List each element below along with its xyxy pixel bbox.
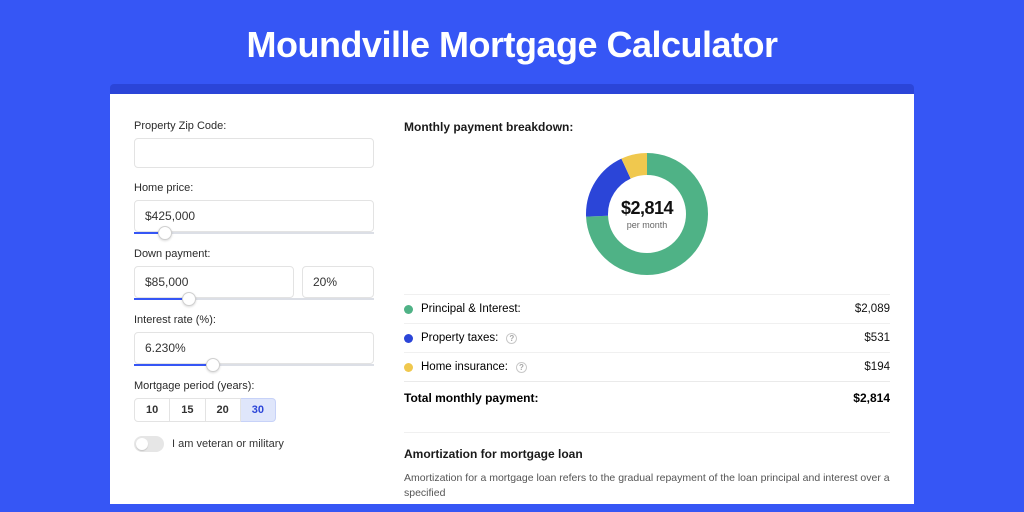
down-payment-pct-input[interactable] xyxy=(302,266,374,298)
home-price-slider[interactable] xyxy=(134,232,374,234)
dot-icon xyxy=(404,363,413,372)
total-label: Total monthly payment: xyxy=(404,391,538,405)
breakdown-row-insurance: Home insurance: ? $194 xyxy=(404,352,890,381)
zip-field: Property Zip Code: xyxy=(134,120,374,168)
donut-chart: $2,814 per month xyxy=(585,152,709,276)
down-payment-field: Down payment: xyxy=(134,248,374,300)
home-price-label: Home price: xyxy=(134,182,374,194)
breakdown-value: $2,089 xyxy=(855,303,890,315)
interest-rate-input[interactable] xyxy=(134,332,374,364)
period-15-button[interactable]: 15 xyxy=(170,398,205,422)
donut-center: $2,814 per month xyxy=(585,152,709,276)
breakdown-value: $194 xyxy=(864,361,890,373)
breakdown-label: Property taxes: xyxy=(421,332,498,344)
veteran-toggle[interactable] xyxy=(134,436,164,452)
breakdown-total-row: Total monthly payment: $2,814 xyxy=(404,381,890,414)
mortgage-period-label: Mortgage period (years): xyxy=(134,380,374,392)
info-icon[interactable]: ? xyxy=(506,333,517,344)
veteran-toggle-row: I am veteran or military xyxy=(134,436,374,452)
donut-sublabel: per month xyxy=(627,220,668,230)
card-shadow: Property Zip Code: Home price: Down paym… xyxy=(110,84,914,504)
breakdown-label: Principal & Interest: xyxy=(421,303,521,315)
slider-thumb[interactable] xyxy=(182,292,196,306)
dot-icon xyxy=(404,305,413,314)
zip-input[interactable] xyxy=(134,138,374,168)
down-payment-slider[interactable] xyxy=(134,298,374,300)
calculator-card: Property Zip Code: Home price: Down paym… xyxy=(110,94,914,504)
period-30-button[interactable]: 30 xyxy=(241,398,276,422)
down-payment-input[interactable] xyxy=(134,266,294,298)
donut-chart-container: $2,814 per month xyxy=(404,142,890,294)
breakdown-column: Monthly payment breakdown: $2,814 per mo… xyxy=(404,120,890,504)
toggle-knob xyxy=(136,438,148,450)
down-payment-label: Down payment: xyxy=(134,248,374,260)
breakdown-label: Home insurance: xyxy=(421,361,508,373)
breakdown-row-taxes: Property taxes: ? $531 xyxy=(404,323,890,352)
veteran-label: I am veteran or military xyxy=(172,438,284,450)
amortization-heading: Amortization for mortgage loan xyxy=(404,447,890,461)
slider-thumb[interactable] xyxy=(158,226,172,240)
breakdown-heading: Monthly payment breakdown: xyxy=(404,120,890,134)
info-icon[interactable]: ? xyxy=(516,362,527,373)
page-title: Moundville Mortgage Calculator xyxy=(0,0,1024,84)
period-10-button[interactable]: 10 xyxy=(134,398,170,422)
breakdown-row-principal: Principal & Interest: $2,089 xyxy=(404,294,890,323)
period-20-button[interactable]: 20 xyxy=(206,398,241,422)
total-value: $2,814 xyxy=(853,391,890,405)
amortization-section: Amortization for mortgage loan Amortizat… xyxy=(404,432,890,501)
zip-label: Property Zip Code: xyxy=(134,120,374,132)
slider-thumb[interactable] xyxy=(206,358,220,372)
home-price-field: Home price: xyxy=(134,182,374,234)
interest-rate-field: Interest rate (%): xyxy=(134,314,374,366)
input-column: Property Zip Code: Home price: Down paym… xyxy=(134,120,374,504)
breakdown-value: $531 xyxy=(864,332,890,344)
interest-rate-slider[interactable] xyxy=(134,364,374,366)
donut-amount: $2,814 xyxy=(621,198,673,219)
interest-rate-label: Interest rate (%): xyxy=(134,314,374,326)
dot-icon xyxy=(404,334,413,343)
amortization-body: Amortization for a mortgage loan refers … xyxy=(404,471,890,501)
mortgage-period-field: Mortgage period (years): 10 15 20 30 xyxy=(134,380,374,422)
period-button-group: 10 15 20 30 xyxy=(134,398,374,422)
